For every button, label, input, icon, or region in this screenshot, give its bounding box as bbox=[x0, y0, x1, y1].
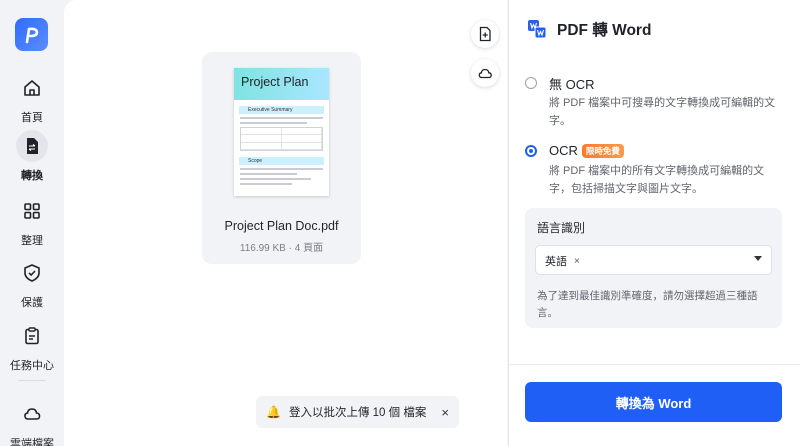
sidebar-item-label: 整理 bbox=[21, 235, 43, 247]
cloud-icon bbox=[478, 68, 492, 79]
language-title: 語言識別 bbox=[537, 221, 586, 235]
app-logo[interactable] bbox=[15, 18, 48, 51]
grid-icon bbox=[16, 195, 48, 227]
option-title: OCR bbox=[549, 143, 578, 158]
sidebar-item-convert[interactable]: 轉換 bbox=[0, 130, 64, 183]
free-badge: 限時免費 bbox=[581, 143, 624, 158]
shield-icon bbox=[16, 257, 48, 289]
convert-button[interactable]: 轉換為 Word bbox=[525, 382, 782, 422]
sidebar-item-home[interactable]: 首頁 bbox=[0, 72, 64, 125]
sidebar-item-label: 雲端檔案 bbox=[10, 438, 54, 446]
thumbnail-section: Scope bbox=[239, 157, 324, 165]
toast-text: 登入以批次上傳 10 個 檔案 bbox=[288, 407, 427, 419]
add-file-button[interactable] bbox=[471, 20, 499, 48]
clipboard-icon bbox=[16, 320, 48, 352]
file-canvas: Project Plan Executive Summary Scope Pro… bbox=[64, 0, 507, 446]
option-description: 將 PDF 檔案中可搜尋的文字轉換成可編輯的文字。 bbox=[549, 97, 776, 127]
panel-title: PDF 轉 Word bbox=[557, 22, 652, 39]
sidebar-item-tasks[interactable]: 任務中心 bbox=[0, 320, 64, 373]
sidebar-item-cloud[interactable]: 雲端檔案 bbox=[0, 398, 64, 446]
language-chip: 英語 × bbox=[545, 253, 580, 269]
language-box: 語言識別 英語 × 為了達到最佳識別準確度，請勿選擇超過三種語言。 bbox=[525, 208, 782, 328]
language-select[interactable]: 英語 × bbox=[535, 245, 772, 275]
sidebar-item-label: 任務中心 bbox=[10, 360, 54, 372]
panel-header: PDF 轉 Word bbox=[527, 18, 651, 40]
file-meta: 116.99 KB · 4 頁面 bbox=[239, 243, 324, 254]
thumbnail-section: Executive Summary bbox=[239, 106, 324, 114]
file-card[interactable]: Project Plan Executive Summary Scope Pro… bbox=[202, 52, 361, 264]
sidebar-item-label: 保護 bbox=[21, 297, 43, 309]
language-hint: 為了達到最佳識別準確度，請勿選擇超過三種語言。 bbox=[537, 290, 758, 319]
logo-icon bbox=[25, 27, 38, 43]
toast-close-button[interactable]: × bbox=[441, 405, 449, 420]
sidebar-item-organize[interactable]: 整理 bbox=[0, 195, 64, 248]
sidebar-item-label: 首頁 bbox=[21, 112, 43, 124]
file-name: Project Plan Doc.pdf bbox=[224, 219, 339, 233]
bell-icon: 🔔 bbox=[266, 405, 281, 419]
ocr-option[interactable]: OCR 限時免費 bbox=[549, 143, 624, 158]
panel-divider bbox=[509, 364, 800, 365]
cloud-icon bbox=[16, 398, 48, 430]
remove-language-button[interactable]: × bbox=[574, 256, 580, 267]
sidebar: 首頁 轉換 整理 保護 任務中心 雲端檔案 bbox=[0, 0, 64, 446]
sidebar-item-label: 轉換 bbox=[21, 170, 43, 182]
convert-icon bbox=[16, 130, 48, 162]
login-toast: 🔔 登入以批次上傳 10 個 檔案 × bbox=[256, 396, 459, 428]
add-file-icon bbox=[479, 26, 491, 42]
option-description: 將 PDF 檔案中的所有文字轉換成可編輯的文字，包括掃描文字與圖片文字。 bbox=[549, 165, 765, 195]
sidebar-divider bbox=[18, 380, 46, 381]
cloud-upload-button[interactable] bbox=[471, 59, 499, 87]
thumbnail-title: Project Plan bbox=[241, 75, 309, 89]
sidebar-item-protect[interactable]: 保護 bbox=[0, 257, 64, 310]
home-icon bbox=[16, 72, 48, 104]
no-ocr-radio[interactable] bbox=[525, 77, 537, 89]
no-ocr-option[interactable]: 無 OCR bbox=[549, 74, 595, 93]
file-thumbnail: Project Plan Executive Summary Scope bbox=[234, 68, 329, 196]
chevron-down-icon[interactable] bbox=[754, 256, 762, 261]
ocr-radio[interactable] bbox=[525, 145, 537, 157]
language-chip-label: 英語 bbox=[545, 256, 567, 268]
option-title: 無 OCR bbox=[549, 77, 595, 92]
pdf-to-word-icon bbox=[528, 20, 547, 39]
settings-panel: PDF 轉 Word 無 OCR 將 PDF 檔案中可搜尋的文字轉換成可編輯的文… bbox=[508, 0, 800, 446]
